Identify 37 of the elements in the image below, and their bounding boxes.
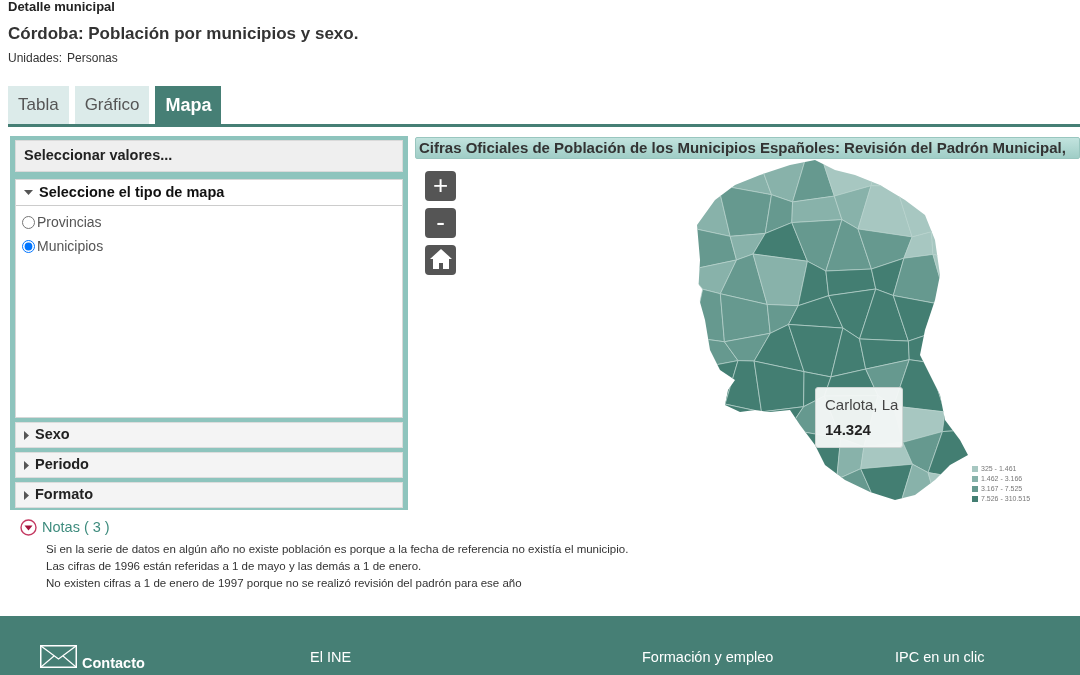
note-text: No existen cifras a 1 de enero de 1997 porque no se realizó revisión del padrón para ese año bbox=[46, 576, 523, 591]
tooltip-value: 14.324 bbox=[825, 421, 871, 439]
radio-button[interactable] bbox=[22, 215, 35, 229]
map-title: Cifras Oficiales de Población de los Municipios Españoles: Revisión del Padrón Municipal, bbox=[415, 137, 1080, 159]
home-icon bbox=[429, 248, 452, 269]
caret-icon bbox=[24, 490, 29, 500]
note-text: Si en la serie de datos en algún año no existe población es porque a la fecha de referencia no existía el municipio. bbox=[46, 542, 630, 557]
tab[interactable]: Mapa bbox=[155, 86, 222, 124]
envelope-icon bbox=[40, 645, 77, 668]
accordion-header[interactable]: Periodo bbox=[16, 453, 402, 477]
caret-icon bbox=[24, 430, 29, 440]
note-text: Las cifras de 1996 están referidas a 1 de mayo y las demás a 1 de enero. bbox=[46, 559, 423, 574]
option-label[interactable]: Provincias bbox=[37, 211, 102, 233]
contact-link[interactable]: Contacto bbox=[82, 653, 145, 675]
accordion-header[interactable]: Formato bbox=[16, 483, 402, 507]
panel-header: Seleccionar valores... bbox=[15, 140, 403, 172]
toggle-icon[interactable] bbox=[20, 518, 37, 536]
footer-link[interactable]: El INE bbox=[310, 649, 352, 665]
caret-icon bbox=[24, 460, 29, 470]
footer-link[interactable]: Formación y empleo bbox=[642, 649, 774, 665]
caret-icon bbox=[24, 190, 33, 195]
radio-button[interactable] bbox=[22, 239, 35, 253]
home-button[interactable] bbox=[425, 245, 456, 275]
footer-link[interactable]: IPC en un clic bbox=[895, 649, 985, 665]
notes-toggle[interactable]: Notas ( 3 ) bbox=[42, 518, 110, 536]
units-label: Unidades: bbox=[8, 51, 63, 65]
option-label[interactable]: Municipios bbox=[37, 235, 104, 257]
accordion-header[interactable]: Seleccione el tipo de mapa bbox=[16, 180, 402, 206]
page-title: Córdoba: Población por municipios y sexo. bbox=[8, 24, 360, 44]
tab[interactable]: Gráfico bbox=[74, 86, 150, 124]
zoom-out-button[interactable]: - bbox=[425, 208, 456, 238]
accordion-header[interactable]: Sexo bbox=[16, 423, 402, 447]
zoom-in-button[interactable]: + bbox=[425, 171, 456, 201]
tab[interactable]: Tabla bbox=[8, 86, 69, 124]
breadcrumb-heading: Detalle municipal bbox=[8, 0, 116, 14]
units-value: Personas bbox=[67, 51, 118, 65]
tooltip-name: Carlota, La bbox=[825, 396, 899, 414]
